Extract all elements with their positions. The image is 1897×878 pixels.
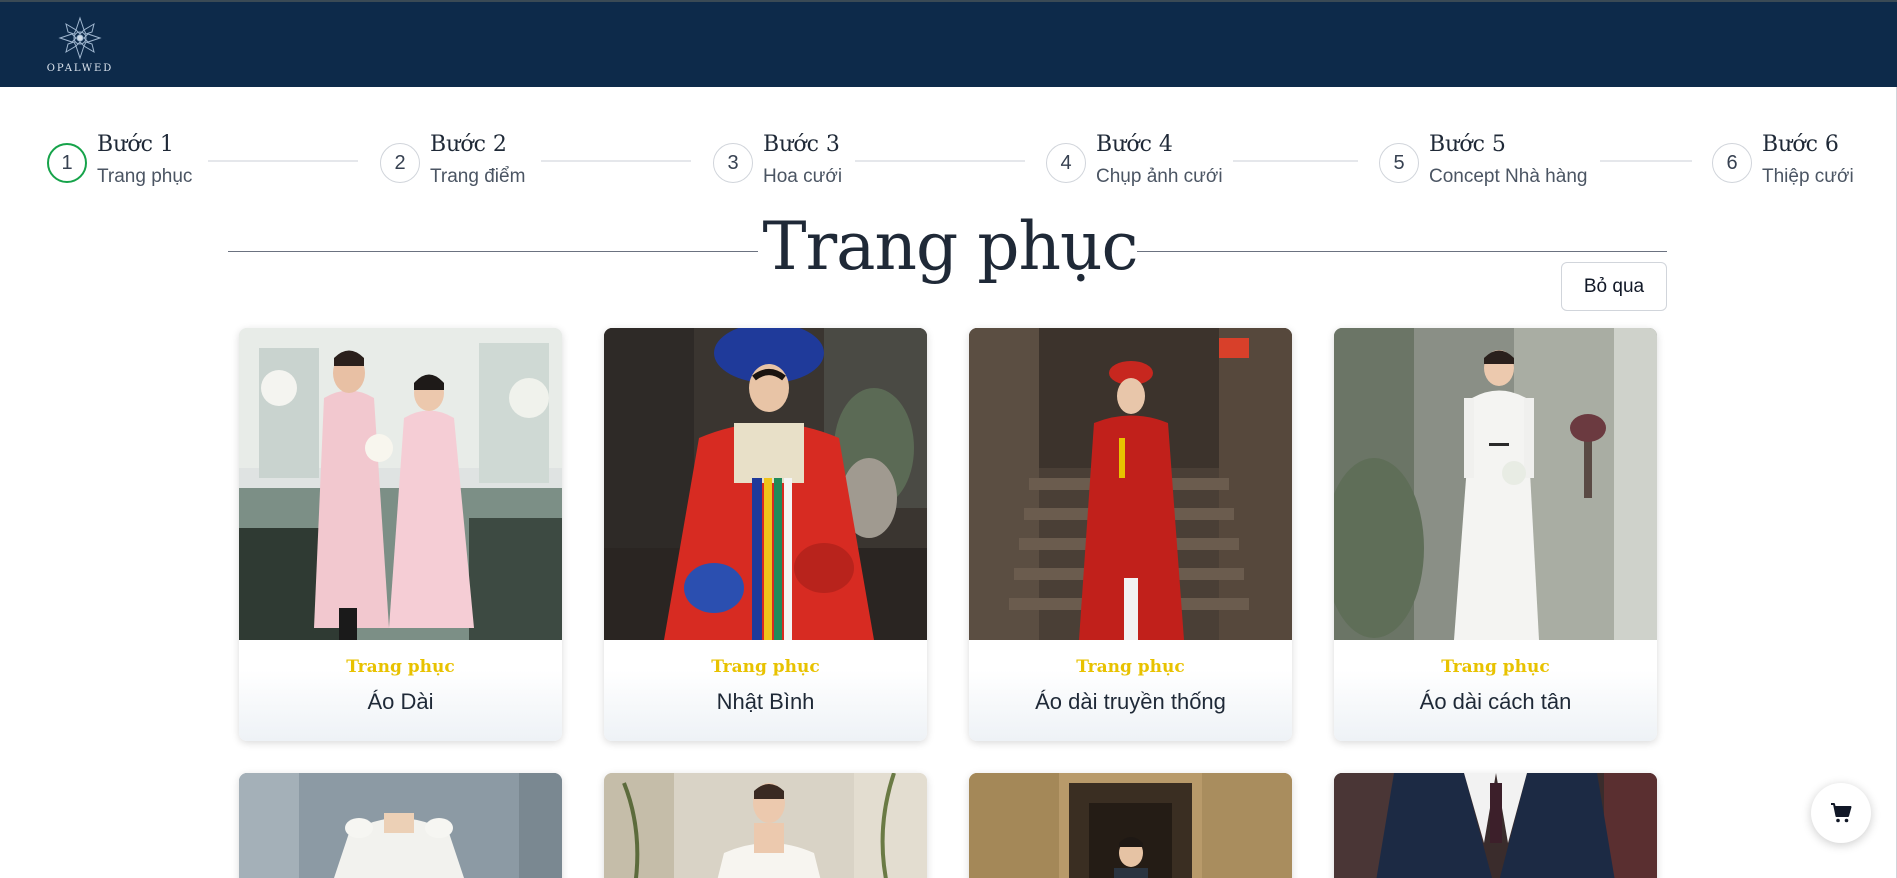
step-title: Bước 1 (97, 132, 174, 157)
step-title: Bước 5 (1429, 132, 1506, 157)
step-desc: Thiệp cưới (1762, 166, 1854, 187)
step-desc: Trang điểm (430, 166, 526, 187)
step-desc: Trang phục (97, 166, 193, 187)
step-connector (1233, 160, 1358, 162)
product-image (239, 773, 562, 878)
card-body: Trang phục Áo Dài (239, 640, 562, 741)
step-connector (855, 160, 1025, 162)
step-number: 3 (713, 143, 753, 183)
step-desc: Chụp ảnh cưới (1096, 166, 1223, 187)
product-card[interactable]: Trang phục Áo dài truyền thống (969, 328, 1292, 741)
title-divider-right (1137, 251, 1667, 252)
step-connector (541, 160, 691, 162)
product-card[interactable] (1334, 773, 1657, 878)
step-number: 4 (1046, 143, 1086, 183)
step-title: Bước 3 (763, 132, 840, 157)
step-title: Bước 6 (1762, 132, 1839, 157)
product-image (969, 773, 1292, 878)
product-image (1334, 773, 1657, 878)
card-category: Trang phục (1076, 657, 1185, 677)
step-number: 6 (1712, 143, 1752, 183)
cart-button[interactable] (1811, 783, 1871, 843)
step-connector (208, 160, 358, 162)
card-body: Trang phục Nhật Bình (604, 640, 927, 741)
product-card[interactable] (604, 773, 927, 878)
step-desc: Hoa cưới (763, 166, 843, 187)
step-title: Bước 2 (430, 132, 507, 157)
product-card[interactable]: Trang phục Áo dài cách tân (1334, 328, 1657, 741)
logo-text: OPALWED (46, 63, 114, 74)
card-category: Trang phục (711, 657, 820, 677)
card-title: Áo dài cách tân (1419, 689, 1572, 714)
step-title: Bước 4 (1096, 132, 1173, 157)
step-number: 1 (47, 143, 87, 183)
title-divider-left (228, 251, 758, 252)
product-card[interactable] (239, 773, 562, 878)
cart-icon (1831, 803, 1852, 823)
product-image (604, 328, 927, 640)
card-title: Áo Dài (367, 689, 434, 714)
product-image (239, 328, 562, 640)
product-card[interactable]: Trang phục Áo Dài (239, 328, 562, 741)
product-image (1334, 328, 1657, 640)
step-desc: Concept Nhà hàng (1429, 166, 1588, 187)
card-category: Trang phục (1441, 657, 1550, 677)
step-number: 5 (1379, 143, 1419, 183)
card-category: Trang phục (346, 657, 455, 677)
product-image (604, 773, 927, 878)
step-connector (1600, 160, 1692, 162)
card-body: Trang phục Áo dài truyền thống (969, 640, 1292, 741)
logo-emblem-icon (58, 16, 102, 60)
page-title: Trang phục (762, 208, 1139, 285)
card-title: Áo dài truyền thống (1035, 689, 1226, 714)
product-image (969, 328, 1292, 640)
product-card[interactable]: Trang phục Nhật Bình (604, 328, 927, 741)
product-card[interactable] (969, 773, 1292, 878)
card-title: Nhật Bình (716, 689, 815, 714)
opalwed-logo[interactable]: OPALWED (40, 16, 120, 78)
step-number: 2 (380, 143, 420, 183)
card-body: Trang phục Áo dài cách tân (1334, 640, 1657, 741)
skip-button[interactable]: Bỏ qua (1561, 262, 1667, 311)
top-header: OPALWED (0, 0, 1897, 87)
